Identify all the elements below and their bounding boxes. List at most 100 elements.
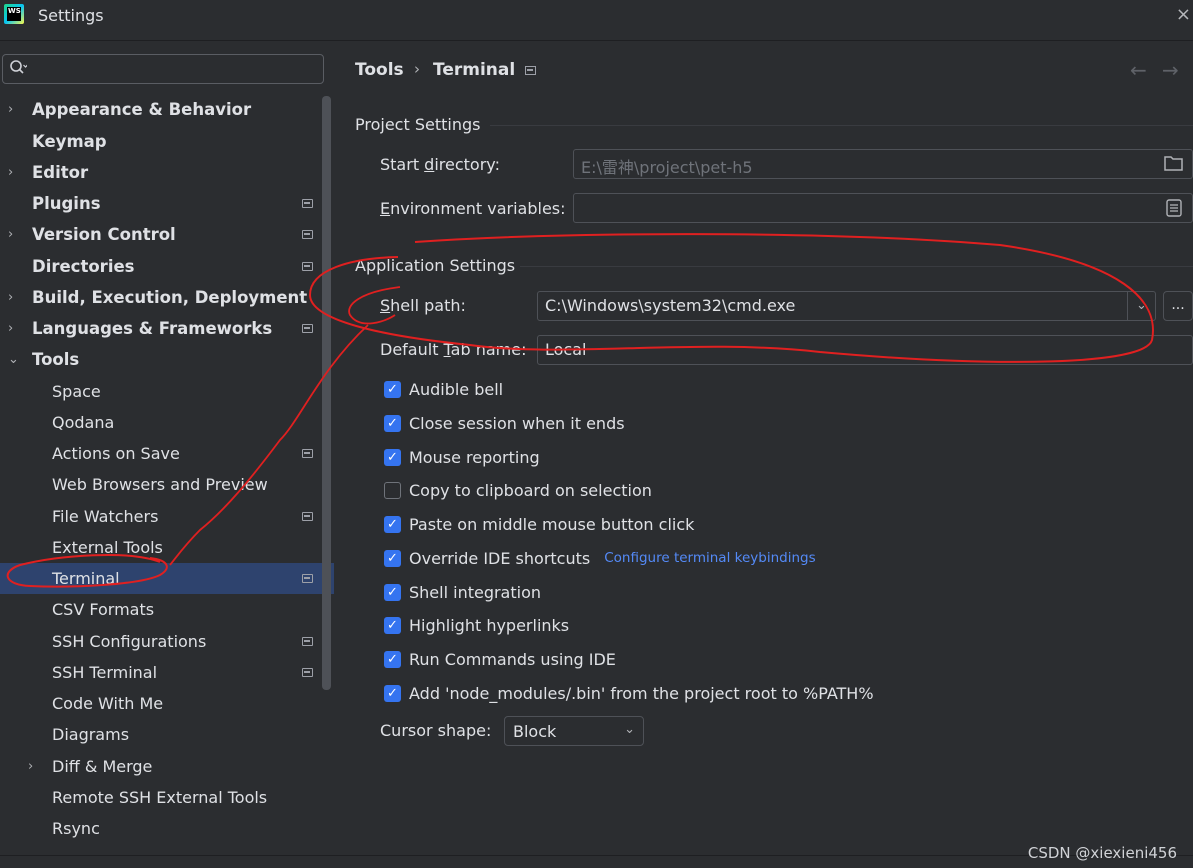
checkbox-checked[interactable]: ✓	[384, 549, 401, 567]
chevron-down-icon[interactable]: ⌄	[1127, 292, 1155, 320]
sidebar-item-file-watchers[interactable]: File Watchers	[0, 501, 334, 532]
sidebar-item-diff-merge[interactable]: › Diff & Merge	[0, 751, 334, 782]
sidebar-item-label: Version Control	[32, 225, 176, 244]
label-part: irectory:	[434, 155, 500, 174]
sidebar-scrollbar[interactable]	[322, 96, 331, 690]
checkbox-label[interactable]: Shell integration	[409, 583, 541, 602]
checkbox-checked[interactable]: ✓	[384, 583, 401, 601]
checkbox-row[interactable]: ✓ Paste on middle mouse button click	[384, 513, 694, 535]
checkbox-label[interactable]: Override IDE shortcuts	[409, 549, 590, 568]
sidebar-item-label: SSH Configurations	[52, 632, 207, 651]
chevron-right-icon[interactable]: ›	[8, 165, 22, 180]
sidebar-item-directories[interactable]: Directories	[0, 251, 334, 282]
chevron-down-icon[interactable]: ⌄	[8, 352, 22, 367]
project-level-icon	[302, 230, 313, 239]
checkbox-row[interactable]: ✓ Run Commands using IDE	[384, 648, 616, 670]
configure-keybindings-link[interactable]: Configure terminal keybindings	[604, 550, 815, 566]
edit-list-icon[interactable]	[1166, 199, 1182, 221]
checkbox-row[interactable]: ✓ Highlight hyperlinks	[384, 614, 569, 636]
start-directory-label: Start directory:	[380, 155, 500, 174]
settings-search-box[interactable]	[2, 54, 324, 84]
sidebar-item-ssh-configurations[interactable]: SSH Configurations	[0, 626, 334, 657]
cursor-shape-select[interactable]: Block ⌄	[504, 716, 644, 746]
label-mnemonic: S	[380, 296, 391, 315]
checkbox-checked[interactable]: ✓	[384, 684, 401, 702]
back-arrow-icon[interactable]: ←	[1130, 58, 1147, 82]
env-variables-field[interactable]	[573, 193, 1193, 223]
sidebar-item-label: File Watchers	[52, 507, 159, 526]
chevron-right-icon[interactable]: ›	[8, 227, 22, 242]
breadcrumb-tools[interactable]: Tools	[355, 60, 404, 80]
sidebar-item-build-execution-deployment[interactable]: › Build, Execution, Deployment	[0, 282, 334, 313]
sidebar-item-actions-on-save[interactable]: Actions on Save	[0, 438, 334, 469]
chevron-right-icon[interactable]: ›	[28, 759, 42, 774]
checkbox-checked[interactable]: ✓	[384, 650, 401, 668]
checkbox-row[interactable]: ✓ Override IDE shortcuts Configure termina…	[384, 547, 816, 569]
checkbox-label[interactable]: Mouse reporting	[409, 448, 540, 467]
tab-name-field[interactable]: Local	[537, 335, 1193, 365]
browse-button[interactable]: ...	[1163, 291, 1193, 321]
project-level-icon	[302, 512, 313, 521]
checkbox-row[interactable]: ✓ Add 'node_modules/.bin' from the projec…	[384, 682, 874, 704]
sidebar-item-external-tools[interactable]: External Tools	[0, 532, 334, 563]
sidebar-item-code-with-me[interactable]: Code With Me	[0, 688, 334, 719]
chevron-right-icon[interactable]: ›	[8, 321, 22, 336]
search-input[interactable]	[33, 58, 313, 80]
checkbox-checked[interactable]: ✓	[384, 414, 401, 432]
checkbox-checked[interactable]: ✓	[384, 515, 401, 533]
sidebar-item-diagrams[interactable]: Diagrams	[0, 719, 334, 750]
sidebar-item-tools[interactable]: ⌄ Tools	[0, 344, 334, 375]
checkbox-label[interactable]: Add 'node_modules/.bin' from the project…	[409, 684, 874, 703]
checkbox-checked[interactable]: ✓	[384, 616, 401, 634]
sidebar-item-rsync[interactable]: Rsync	[0, 813, 334, 844]
checkbox-label[interactable]: Paste on middle mouse button click	[409, 515, 694, 534]
sidebar-item-plugins[interactable]: Plugins	[0, 188, 334, 219]
sidebar-item-label: Keymap	[32, 132, 107, 151]
checkbox-unchecked[interactable]: ✓	[384, 481, 401, 499]
checkbox-row[interactable]: ✓ Audible bell	[384, 378, 503, 400]
chevron-right-icon[interactable]: ›	[8, 290, 22, 305]
checkbox-row[interactable]: ✓ Shell integration	[384, 581, 541, 603]
sidebar-item-label: Actions on Save	[52, 444, 180, 463]
sidebar-item-keymap[interactable]: Keymap	[0, 126, 334, 157]
label-mnemonic: T	[443, 340, 451, 359]
checkbox-label[interactable]: Highlight hyperlinks	[409, 616, 569, 635]
forward-arrow-icon[interactable]: →	[1162, 58, 1179, 82]
sidebar-item-label: External Tools	[52, 538, 163, 557]
checkbox-checked[interactable]: ✓	[384, 448, 401, 466]
settings-tree: › Appearance & Behavior Keymap › Editor Plugi…	[0, 94, 334, 864]
sidebar-item-label: Directories	[32, 257, 135, 276]
chevron-right-icon[interactable]: ›	[8, 102, 22, 117]
shell-path-field[interactable]: C:\Windows\system32\cmd.exe	[537, 291, 1156, 321]
folder-icon[interactable]	[1164, 155, 1184, 176]
checkbox-label[interactable]: Copy to clipboard on selection	[409, 481, 652, 500]
sidebar-item-space[interactable]: Space	[0, 376, 334, 407]
project-level-icon	[525, 66, 536, 75]
checkbox-label[interactable]: Run Commands using IDE	[409, 650, 616, 669]
checkbox-row[interactable]: ✓ Mouse reporting	[384, 446, 540, 468]
checkbox-row[interactable]: ✓ Copy to clipboard on selection	[384, 479, 652, 501]
env-variables-label: Environment variables:	[380, 199, 566, 218]
start-directory-field[interactable]: E:\雷神\project\pet-h5	[573, 149, 1193, 179]
sidebar-item-terminal[interactable]: Terminal	[0, 563, 334, 594]
sidebar-item-remote-ssh-external-tools[interactable]: Remote SSH External Tools	[0, 782, 334, 813]
sidebar-item-languages-frameworks[interactable]: › Languages & Frameworks	[0, 313, 334, 344]
sidebar-item-web-browsers-and-preview[interactable]: Web Browsers and Preview	[0, 469, 334, 500]
sidebar-item-qodana[interactable]: Qodana	[0, 407, 334, 438]
sidebar-item-label: Editor	[32, 163, 89, 182]
checkbox-label[interactable]: Audible bell	[409, 380, 503, 399]
sidebar-item-version-control[interactable]: › Version Control	[0, 219, 334, 250]
checkbox-checked[interactable]: ✓	[384, 380, 401, 398]
checkbox-row[interactable]: ✓ Close session when it ends	[384, 412, 625, 434]
sidebar-item-csv-formats[interactable]: CSV Formats	[0, 594, 334, 625]
sidebar-item-label: Diagrams	[52, 725, 130, 744]
sidebar-item-label: Build, Execution, Deployment	[32, 288, 308, 307]
project-level-icon	[302, 668, 313, 677]
application-settings-heading: Application Settings	[355, 256, 516, 275]
close-icon[interactable]: ×	[1176, 4, 1191, 25]
sidebar-item-editor[interactable]: › Editor	[0, 157, 334, 188]
sidebar-item-ssh-terminal[interactable]: SSH Terminal	[0, 657, 334, 688]
checkbox-label[interactable]: Close session when it ends	[409, 414, 625, 433]
breadcrumb-separator: ›	[414, 60, 420, 78]
sidebar-item-appearance-behavior[interactable]: › Appearance & Behavior	[0, 94, 334, 125]
